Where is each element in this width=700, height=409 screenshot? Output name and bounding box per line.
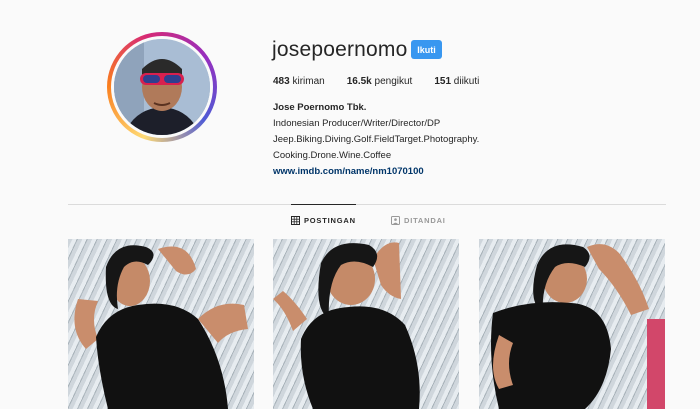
profile-full-name: Jose Poernomo Tbk. — [273, 102, 367, 113]
profile-stats: 483 kiriman 16.5k pengikut 151 diikuti — [273, 76, 479, 87]
post-photo — [74, 245, 248, 409]
followers-count[interactable]: 16.5k pengikut — [347, 76, 413, 87]
tab-label: DITANDAI — [404, 215, 446, 225]
tab-tagged[interactable]: DITANDAI — [391, 205, 446, 235]
post-thumbnail[interactable] — [68, 239, 254, 409]
profile-bio: Jose Poernomo Tbk. Indonesian Producer/W… — [273, 100, 479, 180]
posts-count[interactable]: 483 kiriman — [273, 76, 325, 87]
post-thumbnail[interactable] — [479, 239, 665, 409]
bio-line: Cooking.Drone.Wine.Coffee — [273, 150, 392, 161]
post-photo — [491, 244, 665, 409]
bio-line: Indonesian Producer/Writer/Director/DP — [273, 118, 441, 129]
grid-icon — [291, 215, 300, 225]
follow-button[interactable]: Ikuti — [411, 40, 442, 59]
avatar-border — [111, 36, 213, 138]
bio-line: Jeep.Biking.Diving.Golf.FieldTarget.Phot… — [273, 134, 480, 145]
avatar[interactable] — [114, 39, 210, 135]
tab-posts[interactable]: POSTINGAN — [291, 204, 356, 235]
bio-link[interactable]: www.imdb.com/name/nm1070100 — [273, 164, 479, 180]
avatar-photo — [114, 39, 210, 135]
post-thumbnail[interactable] — [273, 239, 459, 409]
following-count[interactable]: 151 diikuti — [434, 76, 479, 87]
tab-label: POSTINGAN — [304, 215, 356, 225]
profile-username: josepoernomo — [272, 38, 408, 61]
tab-divider — [68, 204, 666, 205]
profile-avatar-ring[interactable] — [107, 32, 217, 142]
tag-icon — [391, 215, 400, 225]
post-photo — [273, 242, 420, 409]
